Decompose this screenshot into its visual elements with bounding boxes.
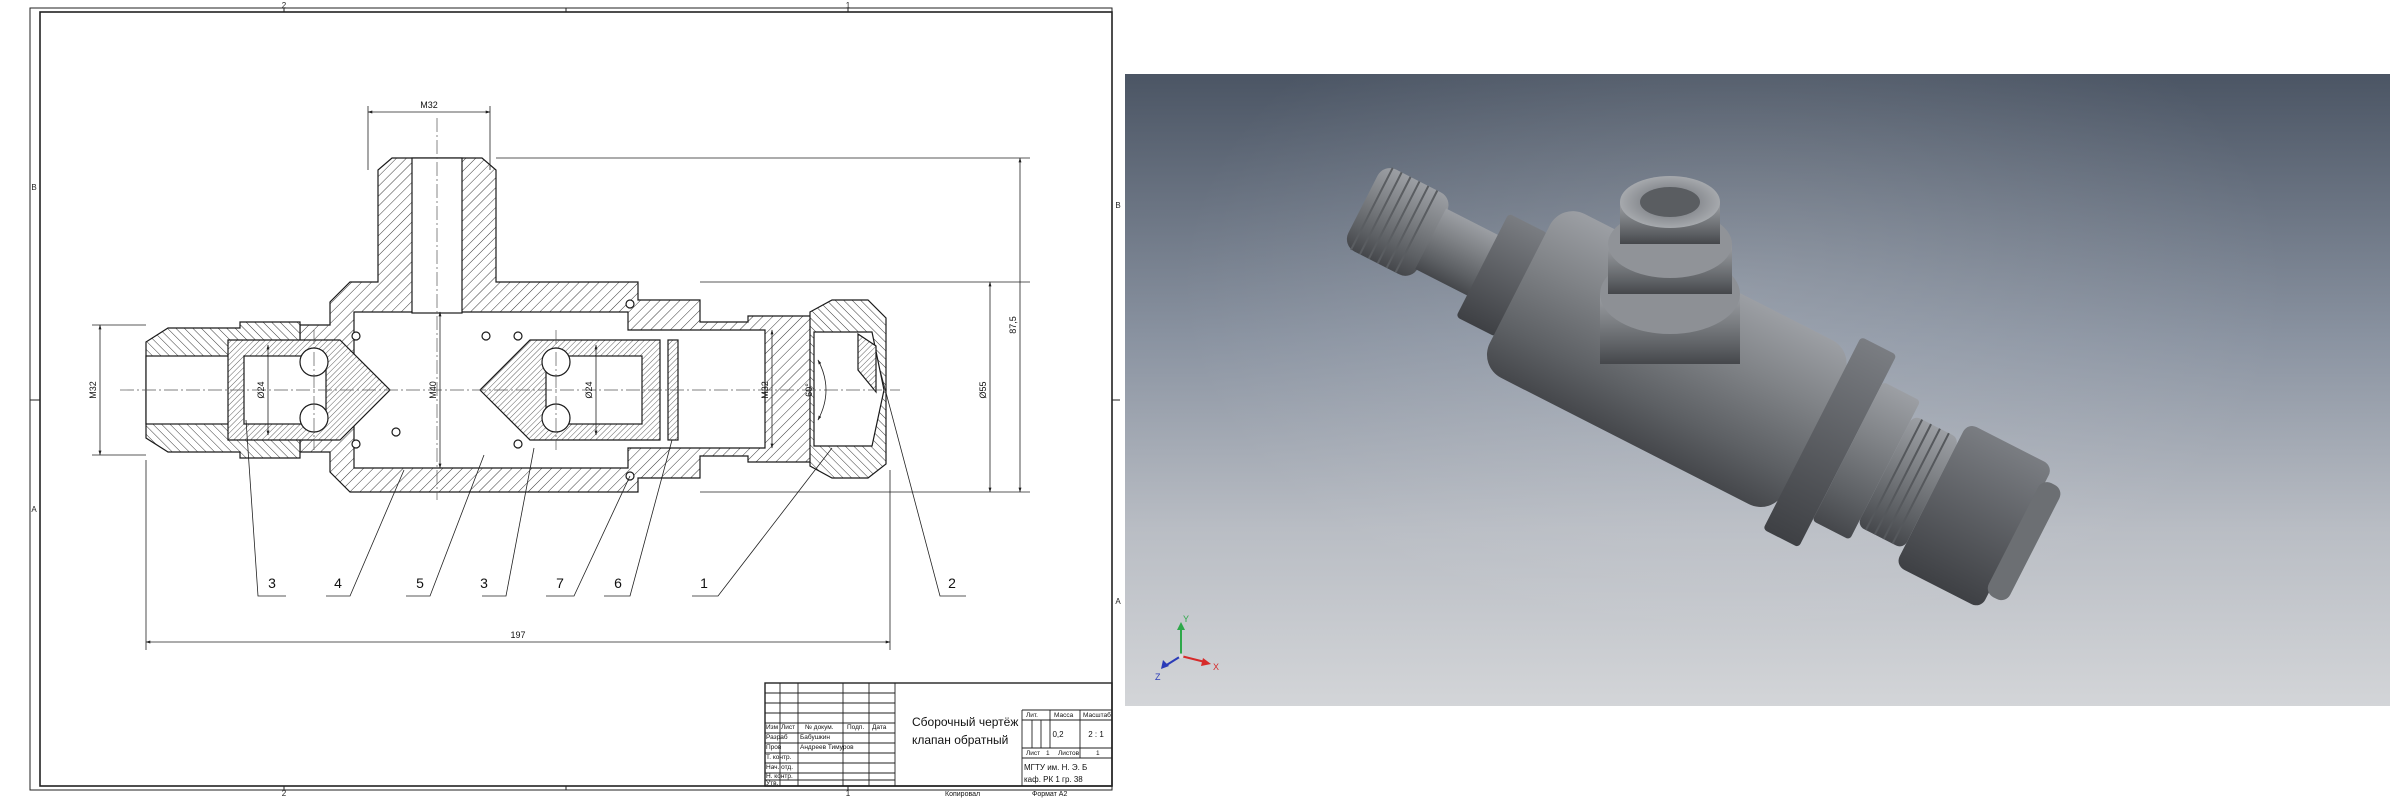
dim-inner-thread: M32 bbox=[760, 381, 770, 399]
org-line-1: МГТУ им. Н. Э. Б bbox=[1024, 763, 1087, 772]
dim-dia-outer: Ø55 bbox=[978, 381, 988, 398]
footer-format: Формат A2 bbox=[1032, 791, 1067, 798]
org-line-2: каф. РК 1 гр. 38 bbox=[1024, 775, 1083, 784]
zone-right-b: B bbox=[1115, 201, 1120, 210]
scale-value: 2 : 1 bbox=[1088, 730, 1104, 739]
col-header-list: Лист bbox=[781, 724, 795, 731]
dim-top-thread: M32 bbox=[420, 100, 438, 110]
axis-label-y: Y bbox=[1183, 614, 1189, 624]
callout-3-right: 3 bbox=[480, 575, 488, 591]
dim-dia-center: M40 bbox=[428, 381, 438, 399]
lit-label: Лит. bbox=[1026, 712, 1038, 719]
row-label-developer: Разраб bbox=[766, 733, 788, 741]
footer-copied: Копировал bbox=[945, 791, 980, 798]
col-header-date: Дата bbox=[872, 724, 887, 731]
sheet-label: Лист bbox=[1026, 750, 1040, 757]
dim-dia-right: Ø24 bbox=[584, 381, 594, 398]
checker-name: Андреев Тимуров bbox=[800, 744, 854, 751]
zone-right-a: A bbox=[1115, 597, 1121, 606]
sheet-number: 1 bbox=[1046, 750, 1050, 757]
dim-length: 197 bbox=[510, 630, 525, 640]
title-block: Изм Лист № докум. Подп. Дата Разраб Пров… bbox=[764, 682, 1113, 787]
row-label-tech-control: Т. контр. bbox=[766, 754, 792, 761]
zone-bottom-2: 2 bbox=[282, 789, 287, 798]
row-label-approved: Утв. bbox=[766, 780, 779, 787]
col-header-izm: Изм bbox=[766, 724, 779, 731]
section-view bbox=[120, 118, 900, 500]
model-viewport[interactable]: Y X Z bbox=[1125, 74, 2390, 706]
dim-height: 87,5 bbox=[1008, 316, 1018, 334]
scale-label: Масштаб bbox=[1083, 711, 1111, 719]
valve-3d-model bbox=[1346, 167, 2061, 606]
callout-4: 4 bbox=[334, 575, 342, 591]
callout-3-left: 3 bbox=[268, 575, 276, 591]
axis-triad: Y X Z bbox=[1155, 614, 1219, 682]
callout-1: 1 bbox=[700, 575, 708, 591]
dim-angle: 60° bbox=[804, 383, 814, 397]
dim-left-thread: M32 bbox=[88, 381, 98, 399]
x-axis-arrow bbox=[1201, 658, 1211, 666]
mass-value: 0,2 bbox=[1052, 730, 1064, 739]
col-header-doc: № докум. bbox=[805, 724, 834, 731]
sheet-footer: Копировал Формат A2 bbox=[945, 791, 1067, 798]
axis-label-z: Z bbox=[1155, 672, 1161, 682]
sheets-count: 1 bbox=[1096, 750, 1100, 757]
callout-6: 6 bbox=[614, 575, 622, 591]
callout-2: 2 bbox=[948, 575, 956, 591]
zone-bottom-1: 1 bbox=[846, 789, 851, 798]
zone-top-1: 1 bbox=[846, 1, 851, 10]
drawing-sheet: 2 1 2 1 B A B A M32 M32 Ø24 M40 Ø24 M32 … bbox=[29, 1, 1121, 798]
drawing-title-line-2: клапан обратный bbox=[912, 733, 1008, 747]
callout-labels: 3 4 5 3 7 6 1 2 bbox=[268, 575, 956, 591]
zone-left-b: B bbox=[31, 183, 36, 192]
drawing-title-line-1: Сборочный чертёж bbox=[912, 715, 1018, 729]
developer-name: Бабушкин bbox=[800, 733, 830, 741]
col-header-sign: Подп. bbox=[847, 724, 864, 731]
mass-label: Масса bbox=[1054, 712, 1074, 719]
dim-dia-left: Ø24 bbox=[256, 381, 266, 398]
callout-7: 7 bbox=[556, 575, 564, 591]
row-label-norm-control: Н. контр. bbox=[766, 773, 793, 780]
callout-5: 5 bbox=[416, 575, 424, 591]
zone-left-a: A bbox=[31, 505, 37, 514]
axis-label-x: X bbox=[1213, 662, 1219, 672]
zone-top-2: 2 bbox=[282, 1, 287, 10]
row-label-head: Нач. отд. bbox=[766, 764, 793, 771]
sheets-label: Листов bbox=[1058, 750, 1080, 757]
row-label-checker: Пров bbox=[766, 744, 782, 751]
